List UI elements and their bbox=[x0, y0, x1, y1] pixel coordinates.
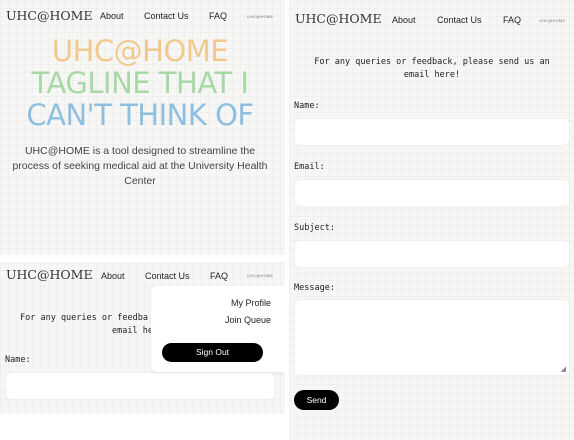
email-input[interactable] bbox=[294, 179, 570, 207]
nav-faq[interactable]: FAQ bbox=[503, 15, 521, 25]
nav-contact-us[interactable]: Contact Us bbox=[144, 11, 189, 21]
nav-contact-us[interactable]: Contact Us bbox=[145, 271, 190, 281]
nav-faq[interactable]: FAQ bbox=[209, 11, 227, 21]
nav-contact-us[interactable]: Contact Us bbox=[437, 15, 482, 25]
name-label: Name: bbox=[5, 355, 31, 365]
hero-description: UHC@HOME is a tool designed to streamlin… bbox=[12, 145, 268, 187]
hero-panel: UHC@HOME About Contact Us FAQ UHC@HOME U… bbox=[0, 0, 285, 255]
brand-logo[interactable]: UHC@HOME bbox=[6, 8, 93, 23]
contact-intro-line-2: email he bbox=[112, 326, 153, 336]
name-input[interactable] bbox=[294, 118, 570, 146]
sign-out-button[interactable]: Sign Out bbox=[162, 343, 263, 362]
navbar: UHC@HOME About Contact Us FAQ UHC@HOME bbox=[289, 0, 574, 30]
hero-title-line-1: UHC@HOME bbox=[51, 34, 229, 68]
send-button[interactable]: Send bbox=[294, 390, 339, 410]
contact-intro: For any queries or feedback, please send… bbox=[314, 57, 550, 80]
brand-logo[interactable]: UHC@HOME bbox=[6, 267, 93, 282]
contact-intro-line-1: For any queries or feedba bbox=[20, 313, 148, 323]
subject-label: Subject: bbox=[294, 223, 335, 233]
message-textarea[interactable]: ◢ bbox=[294, 299, 570, 376]
profile-menu-trigger[interactable]: UHC@HOME bbox=[247, 273, 273, 278]
brand-logo[interactable]: UHC@HOME bbox=[295, 11, 382, 26]
contact-form-panel: UHC@HOME About Contact Us FAQ UHC@HOME F… bbox=[289, 0, 574, 440]
name-label: Name: bbox=[294, 101, 320, 111]
navbar: UHC@HOME About Contact Us FAQ UHC@HOME bbox=[0, 0, 285, 30]
contact-menu-panel: UHC@HOME About Contact Us FAQ UHC@HOME F… bbox=[0, 262, 285, 414]
email-label: Email: bbox=[294, 162, 325, 172]
menu-join-queue[interactable]: Join Queue bbox=[225, 315, 271, 325]
profile-menu-trigger[interactable]: UHC@HOME bbox=[539, 18, 565, 23]
nav-about[interactable]: About bbox=[100, 11, 124, 21]
subject-input[interactable] bbox=[294, 240, 570, 268]
profile-menu-trigger[interactable]: UHC@HOME bbox=[247, 14, 273, 19]
profile-dropdown-menu: My Profile Join Queue Sign Out bbox=[151, 286, 285, 372]
menu-my-profile[interactable]: My Profile bbox=[231, 298, 271, 308]
message-label: Message: bbox=[294, 283, 335, 293]
hero-title-line-3: CAN'T THINK OF bbox=[26, 98, 254, 132]
hero-title-line-2: TAGLINE THAT I bbox=[31, 66, 249, 100]
name-input[interactable] bbox=[5, 372, 275, 400]
nav-about[interactable]: About bbox=[101, 271, 125, 281]
resize-grip-icon[interactable]: ◢ bbox=[561, 365, 566, 373]
nav-about[interactable]: About bbox=[392, 15, 416, 25]
nav-faq[interactable]: FAQ bbox=[210, 271, 228, 281]
